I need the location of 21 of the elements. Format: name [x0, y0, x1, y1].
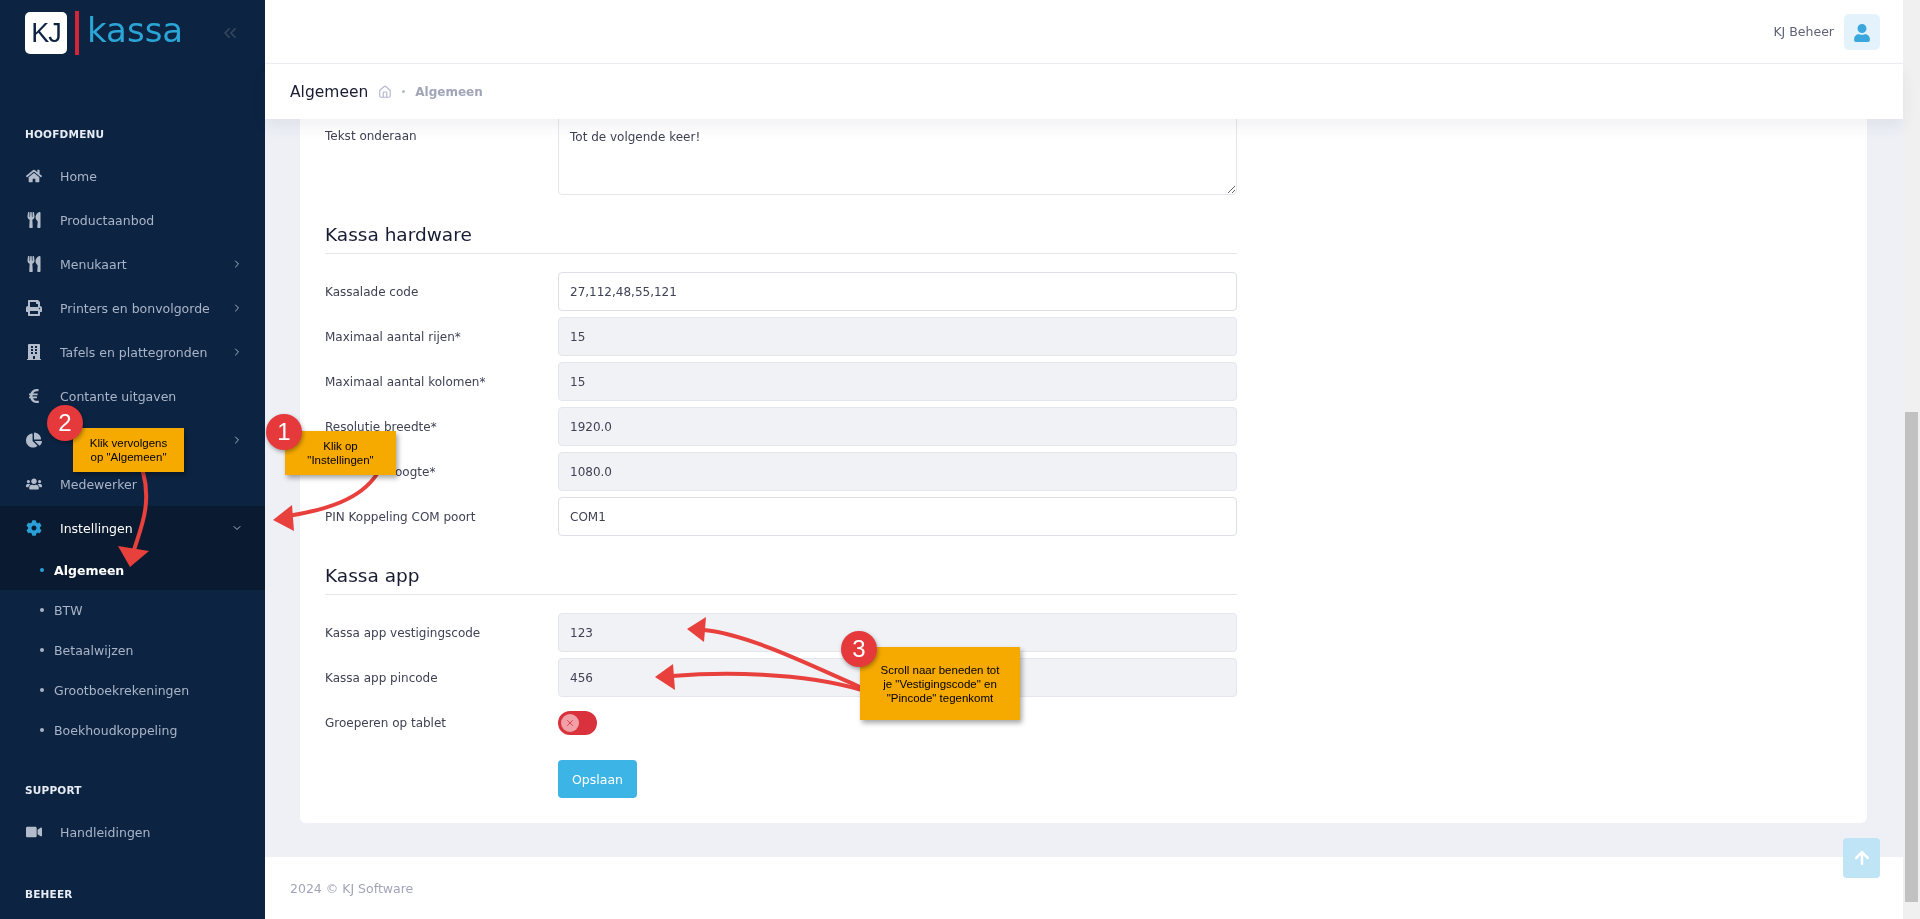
user-name: KJ Beheer — [1773, 24, 1834, 39]
field-label: Tekst onderaan — [325, 128, 418, 143]
field-label: Kassa app vestigingscode — [325, 625, 482, 640]
page-title: Algemeen — [290, 82, 369, 101]
field-label: Kassalade code — [325, 284, 420, 299]
field-label: Maximaal aantal rijen* — [325, 329, 462, 344]
section-heading: Kassa hardware — [325, 220, 1237, 254]
sidebar-heading: SUPPORT — [24, 783, 83, 798]
section-heading: Kassa app — [325, 561, 1237, 595]
logo-badge: KJ — [25, 12, 67, 54]
field-label: Resolutie breedte* — [325, 419, 438, 434]
footer-text: 2024 © KJ Software — [290, 880, 414, 896]
callout-tooltip: Klik vervolgens op "Algemeen" — [73, 428, 184, 472]
field-label: Kassa app pincode — [325, 670, 439, 685]
sidebar-heading: BEHEER — [24, 887, 74, 902]
logo-text: kassa — [87, 13, 184, 52]
sidebar-heading: HOOFDMENU — [24, 127, 106, 142]
field-label: oogte* — [394, 464, 437, 479]
field-label: PIN Koppeling COM poort — [325, 509, 477, 524]
field-label: Groeperen op tablet — [325, 715, 448, 730]
field-label: Maximaal aantal kolomen* — [325, 374, 487, 389]
